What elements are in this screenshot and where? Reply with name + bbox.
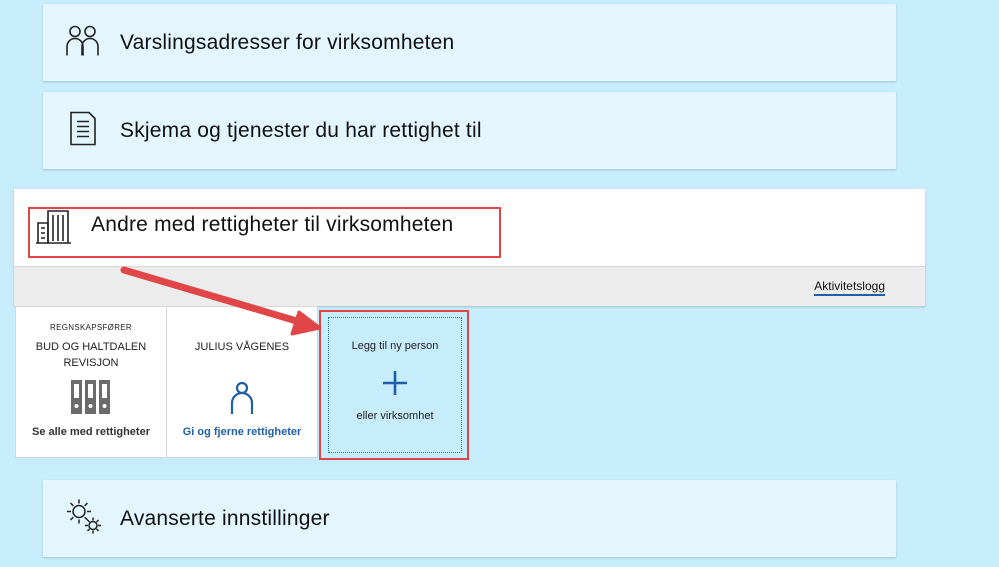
gears-icon <box>65 497 103 540</box>
others-with-rights-header[interactable]: Andre med rettigheter til virksomheten <box>14 189 925 266</box>
add-company-label: eller virksomhet <box>356 410 434 422</box>
company-name: BUD OG HALTDALEN REVISJON <box>16 339 166 371</box>
people-icon <box>65 22 101 63</box>
see-all-rights-link[interactable]: Se alle med rettigheter <box>16 426 166 438</box>
person-name: JULIUS VÅGENES <box>194 341 290 353</box>
company-name-line1: BUD OG HALTDALEN <box>35 341 147 353</box>
add-person-label: Legg til ny person <box>351 340 439 352</box>
company-name-line2: REVISJON <box>63 357 119 369</box>
give-remove-rights-link[interactable]: Gi og fjerne rettigheter <box>167 426 317 438</box>
add-person-button[interactable]: Legg til ny person eller virksomhet <box>328 317 462 453</box>
section-title: Skjema og tjenester du har rettighet til <box>120 118 482 142</box>
building-icon <box>36 209 72 250</box>
section-title: Avanserte innstillinger <box>120 506 330 530</box>
others-with-rights-section: Andre med rettigheter til virksomheten A… <box>14 189 925 306</box>
forms-services-section[interactable]: Skjema og tjenester du har rettighet til <box>43 92 896 169</box>
add-person-card-highlight: Legg til ny person eller virksomhet <box>319 310 469 460</box>
document-icon <box>65 110 101 151</box>
role-label: REGNSKAPSFØRER <box>50 323 132 332</box>
plus-icon <box>382 370 408 401</box>
section-title: Andre med rettigheter til virksomheten <box>91 213 454 236</box>
notify-addresses-section[interactable]: Varslingsadresser for virksomheten <box>43 4 896 81</box>
person-card[interactable]: JULIUS VÅGENES Gi og fjerne rettigheter <box>166 306 318 458</box>
activity-log-link[interactable]: Aktivitetslogg <box>814 279 885 296</box>
accountant-card[interactable]: REGNSKAPSFØRER BUD OG HALTDALEN REVISJON… <box>15 306 167 458</box>
person-icon <box>230 381 254 420</box>
section-title: Varslingsadresser for virksomheten <box>120 30 455 54</box>
advanced-settings-section[interactable]: Avanserte innstillinger <box>43 480 896 557</box>
binders-icon <box>69 379 113 420</box>
activity-bar: Aktivitetslogg <box>14 266 925 306</box>
